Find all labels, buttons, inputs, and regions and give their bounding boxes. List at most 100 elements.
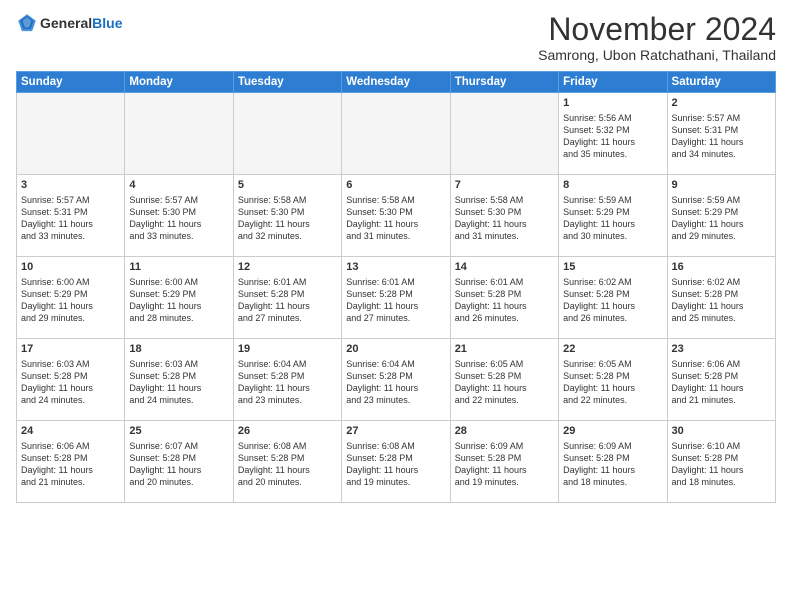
calendar-day-cell: 8Sunrise: 5:59 AM Sunset: 5:29 PM Daylig…: [559, 175, 667, 257]
day-info: Sunrise: 6:02 AM Sunset: 5:28 PM Dayligh…: [563, 276, 662, 325]
calendar-day-cell: 6Sunrise: 5:58 AM Sunset: 5:30 PM Daylig…: [342, 175, 450, 257]
calendar-day-cell: 29Sunrise: 6:09 AM Sunset: 5:28 PM Dayli…: [559, 421, 667, 503]
day-info: Sunrise: 6:01 AM Sunset: 5:28 PM Dayligh…: [238, 276, 337, 325]
day-number: 12: [238, 260, 337, 275]
day-number: 4: [129, 178, 228, 193]
location: Samrong, Ubon Ratchathani, Thailand: [538, 47, 776, 63]
day-number: 1: [563, 96, 662, 111]
title-block: November 2024 Samrong, Ubon Ratchathani,…: [538, 12, 776, 63]
day-number: 6: [346, 178, 445, 193]
weekday-header: Monday: [125, 72, 233, 93]
calendar-day-cell: 9Sunrise: 5:59 AM Sunset: 5:29 PM Daylig…: [667, 175, 775, 257]
day-info: Sunrise: 6:10 AM Sunset: 5:28 PM Dayligh…: [672, 440, 771, 489]
day-info: Sunrise: 6:01 AM Sunset: 5:28 PM Dayligh…: [346, 276, 445, 325]
calendar-day-cell: 24Sunrise: 6:06 AM Sunset: 5:28 PM Dayli…: [17, 421, 125, 503]
calendar-day-cell: 25Sunrise: 6:07 AM Sunset: 5:28 PM Dayli…: [125, 421, 233, 503]
day-info: Sunrise: 5:58 AM Sunset: 5:30 PM Dayligh…: [346, 194, 445, 243]
day-info: Sunrise: 6:05 AM Sunset: 5:28 PM Dayligh…: [455, 358, 554, 407]
day-info: Sunrise: 6:04 AM Sunset: 5:28 PM Dayligh…: [346, 358, 445, 407]
day-number: 20: [346, 342, 445, 357]
calendar-day-cell: 1Sunrise: 5:56 AM Sunset: 5:32 PM Daylig…: [559, 93, 667, 175]
calendar-day-cell: 15Sunrise: 6:02 AM Sunset: 5:28 PM Dayli…: [559, 257, 667, 339]
calendar-day-cell: 11Sunrise: 6:00 AM Sunset: 5:29 PM Dayli…: [125, 257, 233, 339]
day-number: 29: [563, 424, 662, 439]
logo-text: GeneralBlue: [40, 15, 122, 32]
weekday-header: Friday: [559, 72, 667, 93]
calendar-day-cell: 4Sunrise: 5:57 AM Sunset: 5:30 PM Daylig…: [125, 175, 233, 257]
day-info: Sunrise: 5:59 AM Sunset: 5:29 PM Dayligh…: [672, 194, 771, 243]
day-info: Sunrise: 6:08 AM Sunset: 5:28 PM Dayligh…: [238, 440, 337, 489]
calendar-day-cell: 3Sunrise: 5:57 AM Sunset: 5:31 PM Daylig…: [17, 175, 125, 257]
day-info: Sunrise: 5:57 AM Sunset: 5:31 PM Dayligh…: [672, 112, 771, 161]
calendar-header-row: SundayMondayTuesdayWednesdayThursdayFrid…: [17, 72, 776, 93]
calendar-day-cell: 30Sunrise: 6:10 AM Sunset: 5:28 PM Dayli…: [667, 421, 775, 503]
calendar-table: SundayMondayTuesdayWednesdayThursdayFrid…: [16, 71, 776, 503]
weekday-header: Tuesday: [233, 72, 341, 93]
calendar-day-cell: 20Sunrise: 6:04 AM Sunset: 5:28 PM Dayli…: [342, 339, 450, 421]
calendar-day-cell: 5Sunrise: 5:58 AM Sunset: 5:30 PM Daylig…: [233, 175, 341, 257]
calendar-day-cell: 16Sunrise: 6:02 AM Sunset: 5:28 PM Dayli…: [667, 257, 775, 339]
calendar-day-cell: [17, 93, 125, 175]
day-number: 21: [455, 342, 554, 357]
day-info: Sunrise: 5:56 AM Sunset: 5:32 PM Dayligh…: [563, 112, 662, 161]
day-number: 28: [455, 424, 554, 439]
calendar-week-row: 10Sunrise: 6:00 AM Sunset: 5:29 PM Dayli…: [17, 257, 776, 339]
logo-icon: [16, 12, 38, 34]
calendar-day-cell: [450, 93, 558, 175]
day-info: Sunrise: 6:09 AM Sunset: 5:28 PM Dayligh…: [455, 440, 554, 489]
day-number: 8: [563, 178, 662, 193]
day-number: 22: [563, 342, 662, 357]
calendar-day-cell: [233, 93, 341, 175]
logo-blue: Blue: [92, 15, 122, 31]
day-number: 3: [21, 178, 120, 193]
day-info: Sunrise: 6:05 AM Sunset: 5:28 PM Dayligh…: [563, 358, 662, 407]
day-number: 25: [129, 424, 228, 439]
calendar-week-row: 1Sunrise: 5:56 AM Sunset: 5:32 PM Daylig…: [17, 93, 776, 175]
calendar-week-row: 24Sunrise: 6:06 AM Sunset: 5:28 PM Dayli…: [17, 421, 776, 503]
day-number: 24: [21, 424, 120, 439]
calendar-week-row: 17Sunrise: 6:03 AM Sunset: 5:28 PM Dayli…: [17, 339, 776, 421]
day-number: 30: [672, 424, 771, 439]
calendar-day-cell: 12Sunrise: 6:01 AM Sunset: 5:28 PM Dayli…: [233, 257, 341, 339]
day-info: Sunrise: 5:58 AM Sunset: 5:30 PM Dayligh…: [238, 194, 337, 243]
day-info: Sunrise: 6:04 AM Sunset: 5:28 PM Dayligh…: [238, 358, 337, 407]
month-title: November 2024: [538, 12, 776, 47]
day-info: Sunrise: 5:57 AM Sunset: 5:30 PM Dayligh…: [129, 194, 228, 243]
day-number: 19: [238, 342, 337, 357]
day-number: 16: [672, 260, 771, 275]
day-number: 14: [455, 260, 554, 275]
calendar-week-row: 3Sunrise: 5:57 AM Sunset: 5:31 PM Daylig…: [17, 175, 776, 257]
calendar-day-cell: 19Sunrise: 6:04 AM Sunset: 5:28 PM Dayli…: [233, 339, 341, 421]
day-info: Sunrise: 6:08 AM Sunset: 5:28 PM Dayligh…: [346, 440, 445, 489]
calendar-day-cell: 21Sunrise: 6:05 AM Sunset: 5:28 PM Dayli…: [450, 339, 558, 421]
calendar-day-cell: 13Sunrise: 6:01 AM Sunset: 5:28 PM Dayli…: [342, 257, 450, 339]
day-number: 9: [672, 178, 771, 193]
day-info: Sunrise: 6:00 AM Sunset: 5:29 PM Dayligh…: [21, 276, 120, 325]
day-info: Sunrise: 6:03 AM Sunset: 5:28 PM Dayligh…: [129, 358, 228, 407]
page-container: GeneralBlue November 2024 Samrong, Ubon …: [0, 0, 792, 511]
calendar-day-cell: 27Sunrise: 6:08 AM Sunset: 5:28 PM Dayli…: [342, 421, 450, 503]
calendar-day-cell: 10Sunrise: 6:00 AM Sunset: 5:29 PM Dayli…: [17, 257, 125, 339]
day-info: Sunrise: 6:06 AM Sunset: 5:28 PM Dayligh…: [672, 358, 771, 407]
day-info: Sunrise: 5:58 AM Sunset: 5:30 PM Dayligh…: [455, 194, 554, 243]
calendar-day-cell: [342, 93, 450, 175]
weekday-header: Wednesday: [342, 72, 450, 93]
calendar-day-cell: 17Sunrise: 6:03 AM Sunset: 5:28 PM Dayli…: [17, 339, 125, 421]
day-number: 26: [238, 424, 337, 439]
day-info: Sunrise: 6:02 AM Sunset: 5:28 PM Dayligh…: [672, 276, 771, 325]
day-info: Sunrise: 5:57 AM Sunset: 5:31 PM Dayligh…: [21, 194, 120, 243]
day-info: Sunrise: 6:03 AM Sunset: 5:28 PM Dayligh…: [21, 358, 120, 407]
day-number: 5: [238, 178, 337, 193]
day-number: 18: [129, 342, 228, 357]
day-number: 7: [455, 178, 554, 193]
day-number: 27: [346, 424, 445, 439]
day-info: Sunrise: 5:59 AM Sunset: 5:29 PM Dayligh…: [563, 194, 662, 243]
day-number: 15: [563, 260, 662, 275]
day-number: 13: [346, 260, 445, 275]
day-number: 2: [672, 96, 771, 111]
page-header: GeneralBlue November 2024 Samrong, Ubon …: [16, 12, 776, 63]
calendar-day-cell: 23Sunrise: 6:06 AM Sunset: 5:28 PM Dayli…: [667, 339, 775, 421]
day-info: Sunrise: 6:06 AM Sunset: 5:28 PM Dayligh…: [21, 440, 120, 489]
day-number: 11: [129, 260, 228, 275]
logo: GeneralBlue: [16, 12, 122, 34]
